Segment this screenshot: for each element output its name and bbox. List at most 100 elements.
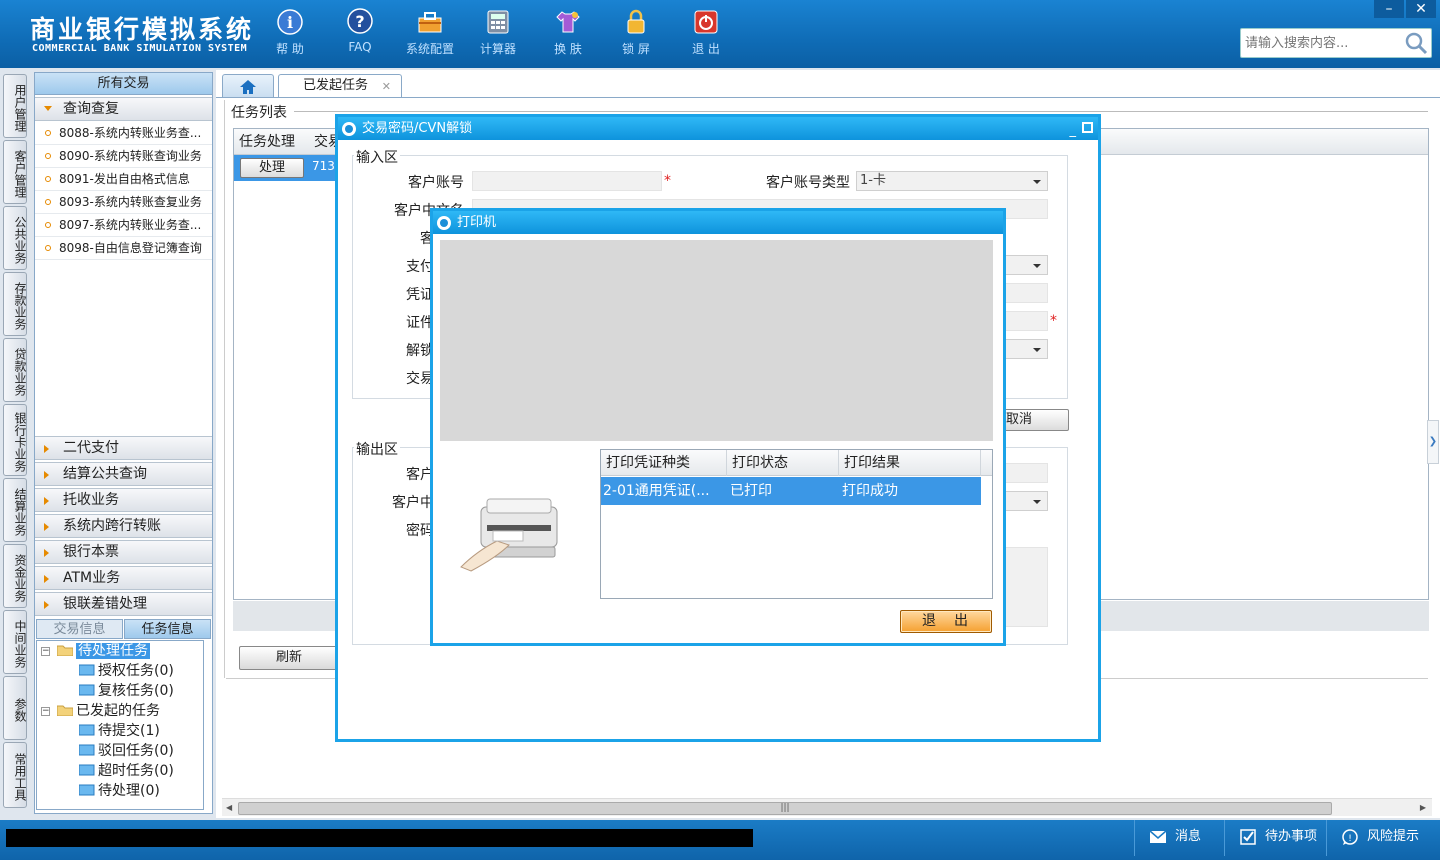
tree-node-to-process[interactable]: 待处理(0)	[78, 781, 160, 801]
tree-node-review[interactable]: 复核任务(0)	[78, 681, 174, 701]
dialog-maximize-button[interactable]	[1082, 122, 1093, 133]
home-icon	[240, 79, 256, 94]
search-input[interactable]	[1241, 29, 1403, 57]
process-button[interactable]: 处理	[240, 158, 304, 178]
tree-node-label: 待处理任务	[76, 643, 150, 659]
tree-node-initiated[interactable]: 已发起的任务	[56, 701, 160, 721]
expand-right-icon	[44, 523, 49, 531]
app-header: 商业银行模拟系统 COMMERCIAL BANK SIMULATION SYST…	[0, 0, 1440, 68]
collapse-toggle[interactable]: −	[41, 647, 50, 656]
vtab-settlement-business[interactable]: 结算业务	[3, 478, 27, 542]
vtab-deposit-business[interactable]: 存款业务	[3, 272, 27, 336]
vtab-bank-card-business[interactable]: 银行卡业务	[3, 404, 27, 476]
folder-icon	[78, 782, 95, 796]
menu-item-8097[interactable]: 8097-系统内转账业务查...	[35, 214, 212, 237]
menu-group-query[interactable]: 查询查复	[35, 97, 212, 121]
search-icon[interactable]	[1403, 31, 1429, 55]
calculator-button[interactable]: 计算器	[466, 8, 530, 57]
menu-item-label: 8091-发出自由格式信息	[59, 172, 190, 186]
dropdown-arrow-icon	[1033, 500, 1041, 504]
vtab-common-tools[interactable]: 常用工具	[3, 742, 27, 808]
input-section-title: 输入区	[354, 147, 400, 167]
refresh-button[interactable]: 刷新	[239, 646, 339, 670]
vtab-customer-management[interactable]: 客户管理	[3, 140, 27, 204]
menu-item-label: 8098-自由信息登记簿查询	[59, 241, 202, 255]
cell-print-status: 已打印	[730, 483, 772, 499]
account-type-value: 1-卡	[860, 173, 886, 188]
label-row8: 交易	[406, 371, 434, 387]
tree-node-timeout[interactable]: 超时任务(0)	[78, 761, 174, 781]
account-input[interactable]	[472, 171, 662, 191]
menu-item-8091[interactable]: 8091-发出自由格式信息	[35, 168, 212, 191]
tab-home[interactable]	[222, 74, 274, 98]
tree-node-to-submit[interactable]: 待提交(1)	[78, 721, 160, 741]
vtab-funds-business[interactable]: 资金业务	[3, 544, 27, 608]
expand-right-icon	[44, 549, 49, 557]
horizontal-scrollbar[interactable]: ◀ ||| ▶	[222, 798, 1432, 816]
side-expand-icon[interactable]: ❯	[1427, 420, 1439, 464]
table-row[interactable]: 处理 7132	[234, 155, 344, 181]
menu-group-unionpay-error[interactable]: 银联差错处理	[35, 592, 212, 616]
lock-screen-button[interactable]: 锁 屏	[604, 8, 668, 57]
menu-group-bank-draft[interactable]: 银行本票	[35, 540, 212, 564]
menu-group-second-gen-payment[interactable]: 二代支付	[35, 436, 212, 460]
exit-app-button[interactable]: 退 出	[674, 8, 738, 57]
vtab-loan-business[interactable]: 贷款业务	[3, 338, 27, 402]
todo-label: 待办事项	[1265, 829, 1318, 844]
faq-button[interactable]: ? FAQ	[328, 8, 392, 54]
todo-button[interactable]: 待办事项	[1224, 820, 1324, 856]
risk-alert-button[interactable]: ! 风险提示	[1326, 820, 1436, 856]
menu-item-8098[interactable]: 8098-自由信息登记簿查询	[35, 237, 212, 260]
tab-trade-info[interactable]: 交易信息	[36, 619, 123, 639]
vtab-user-management[interactable]: 用户管理	[3, 74, 27, 138]
menu-group-label: 托收业务	[63, 492, 119, 508]
app-title: 商业银行模拟系统	[30, 15, 255, 44]
label-row7: 解锁	[406, 343, 434, 359]
collapse-toggle[interactable]: −	[41, 707, 50, 716]
menu-group-atm[interactable]: ATM业务	[35, 566, 212, 590]
system-config-button[interactable]: 系统配置	[398, 8, 462, 57]
svg-text:!: !	[1348, 834, 1352, 844]
tree-node-auth[interactable]: 授权任务(0)	[78, 661, 174, 681]
print-preview-area	[440, 240, 993, 441]
skin-button[interactable]: 换 肤	[536, 8, 600, 57]
scroll-left-icon[interactable]: ◀	[226, 803, 232, 812]
bullet-icon	[45, 222, 51, 228]
expand-right-icon	[44, 601, 49, 609]
status-message-area	[6, 829, 753, 847]
calculator-icon	[483, 8, 513, 36]
dialog-titlebar: 打印机	[433, 211, 1003, 234]
menu-item-8090[interactable]: 8090-系统内转账查询业务	[35, 145, 212, 168]
exit-button[interactable]: 退出	[900, 610, 992, 633]
scrollbar-thumb[interactable]: |||	[238, 802, 1332, 815]
window-close-button[interactable]: ✕	[1406, 0, 1436, 18]
system-config-label: 系统配置	[405, 42, 454, 56]
label-out1: 客户	[406, 467, 434, 483]
tree-node-rejected[interactable]: 驳回任务(0)	[78, 741, 174, 761]
tree-node-pending[interactable]: 待处理任务	[56, 641, 150, 661]
menu-group-collection[interactable]: 托收业务	[35, 488, 212, 512]
lock-screen-label: 锁 屏	[622, 42, 650, 56]
folder-icon	[78, 742, 95, 756]
account-type-select[interactable]: 1-卡	[856, 171, 1048, 191]
close-tab-icon[interactable]: ✕	[382, 76, 391, 98]
dialog-minimize-button[interactable]: _	[1070, 119, 1077, 142]
svg-text:i: i	[287, 13, 293, 32]
messages-button[interactable]: 消息	[1134, 820, 1224, 856]
scroll-right-icon[interactable]: ▶	[1420, 803, 1426, 812]
menu-item-8093[interactable]: 8093-系统内转账查复业务	[35, 191, 212, 214]
window-minimize-button[interactable]: –	[1374, 0, 1404, 18]
svg-text:?: ?	[355, 12, 364, 31]
vtab-public-business[interactable]: 公共业务	[3, 206, 27, 270]
vtab-intermediate-business[interactable]: 中间业务	[3, 610, 27, 674]
table-row[interactable]: 2-01通用凭证(... 已打印 打印成功	[601, 477, 981, 505]
help-button[interactable]: i 帮 助	[258, 8, 322, 57]
expand-right-icon	[44, 445, 49, 453]
tab-task-info[interactable]: 任务信息	[124, 619, 211, 639]
tab-initiated-tasks[interactable]: 已发起任务 ✕	[278, 74, 402, 98]
cancel-button[interactable]: 取消	[1001, 409, 1069, 431]
menu-group-settlement-query[interactable]: 结算公共查询	[35, 462, 212, 486]
vtab-parameters[interactable]: 参数	[3, 676, 27, 740]
menu-group-interbank-transfer[interactable]: 系统内跨行转账	[35, 514, 212, 538]
menu-item-8088[interactable]: 8088-系统内转账业务查...	[35, 122, 212, 145]
